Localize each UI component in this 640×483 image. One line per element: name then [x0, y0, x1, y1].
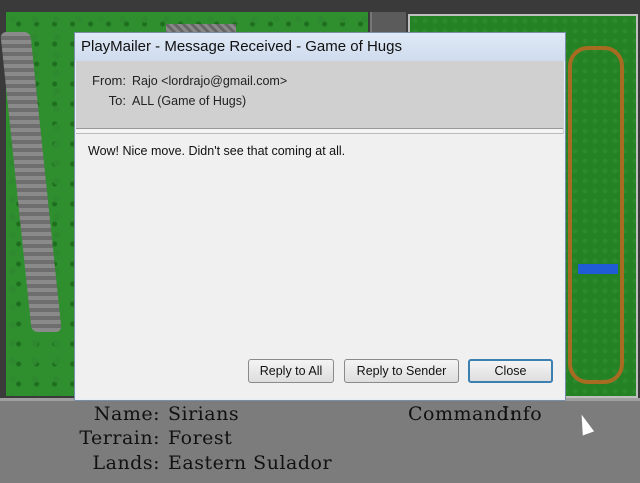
lands-value: Eastern Sulador	[168, 452, 333, 474]
command-value[interactable]: Info	[502, 403, 542, 425]
close-button[interactable]: Close	[468, 359, 553, 383]
message-dialog: PlayMailer - Message Received - Game of …	[74, 32, 566, 401]
status-bar: Name: Sirians Terrain: Forest Lands: Eas…	[0, 398, 640, 483]
message-body: Wow! Nice move. Didn't see that coming a…	[76, 134, 564, 399]
minimap-trail	[568, 46, 624, 384]
terrain-label: Terrain:	[79, 427, 160, 449]
map-road	[0, 32, 62, 332]
dialog-titlebar[interactable]: PlayMailer - Message Received - Game of …	[75, 33, 565, 61]
reply-all-button[interactable]: Reply to All	[248, 359, 334, 383]
to-label: To:	[108, 93, 126, 108]
minimap-lake	[578, 264, 618, 274]
from-label: From:	[92, 73, 126, 88]
name-label: Name:	[93, 403, 160, 425]
lands-label: Lands:	[92, 452, 160, 474]
message-text: Wow! Nice move. Didn't see that coming a…	[88, 144, 346, 158]
terrain-value: Forest	[168, 427, 233, 449]
reply-sender-button[interactable]: Reply to Sender	[344, 359, 459, 383]
from-value: Rajo <lordrajo@gmail.com>	[132, 74, 288, 88]
to-value: ALL (Game of Hugs)	[132, 94, 247, 108]
command-label: Command:	[408, 403, 517, 425]
dialog-title: PlayMailer - Message Received - Game of …	[81, 38, 402, 55]
name-value: Sirians	[168, 403, 240, 425]
